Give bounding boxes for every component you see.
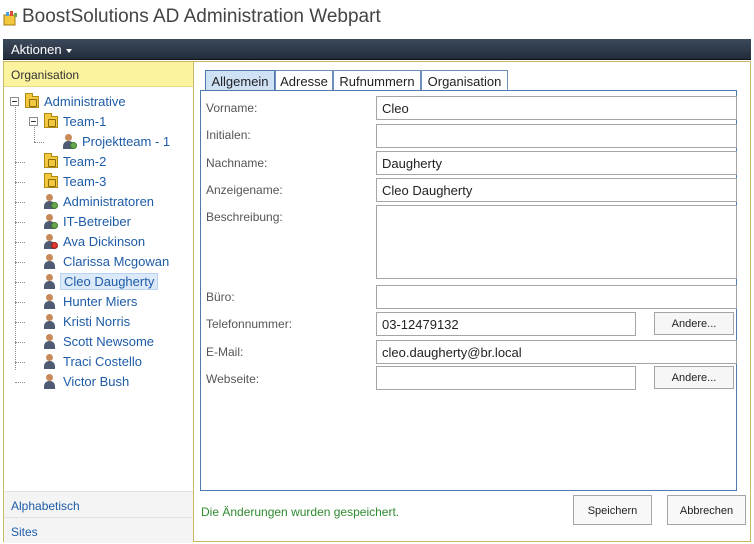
tree-item[interactable]: Clarissa Mcgowan bbox=[4, 253, 193, 271]
group-icon bbox=[42, 214, 58, 230]
folder-icon bbox=[25, 93, 39, 108]
tree-item[interactable]: Team-2 bbox=[4, 153, 193, 171]
collapse-toggle-icon[interactable] bbox=[29, 117, 38, 126]
phone-field[interactable]: 03-12479132 bbox=[376, 312, 636, 336]
tree-item-label[interactable]: Victor Bush bbox=[60, 374, 132, 389]
tab-organisation[interactable]: Organisation bbox=[421, 70, 508, 91]
office-field[interactable] bbox=[376, 285, 737, 309]
website-other-button[interactable]: Andere... bbox=[654, 366, 734, 389]
ribbon-bar: Aktionen bbox=[3, 39, 751, 60]
page-title: BoostSolutions AD Administration Webpart bbox=[22, 6, 381, 27]
app-logo-icon bbox=[3, 11, 17, 26]
tree-item-label[interactable]: Cleo Daugherty bbox=[60, 273, 159, 290]
tree-item[interactable]: Team-3 bbox=[4, 173, 193, 191]
organisation-tree: Administrative Team-1 Projektteam - 1 Te… bbox=[4, 88, 193, 488]
tree-item-label[interactable]: Projektteam - 1 bbox=[79, 134, 173, 149]
user-icon bbox=[42, 274, 58, 290]
chevron-down-icon bbox=[65, 48, 72, 53]
office-label: Büro: bbox=[206, 290, 235, 304]
folder-icon bbox=[44, 153, 58, 168]
tab-address[interactable]: Adresse bbox=[275, 70, 333, 91]
tab-general[interactable]: Allgemein bbox=[205, 70, 275, 91]
tree-item-selected[interactable]: Cleo Daugherty bbox=[4, 273, 193, 291]
tree-item-label[interactable]: Team-3 bbox=[60, 174, 109, 189]
user-icon bbox=[42, 254, 58, 270]
collapse-toggle-icon[interactable] bbox=[10, 97, 19, 106]
tree-item-label[interactable]: Ava Dickinson bbox=[60, 234, 148, 249]
tree-item-label[interactable]: Clarissa Mcgowan bbox=[60, 254, 172, 269]
cancel-button[interactable]: Abbrechen bbox=[667, 495, 746, 525]
actions-menu-label: Aktionen bbox=[11, 42, 62, 57]
tree-item[interactable]: Victor Bush bbox=[4, 373, 193, 391]
folder-icon bbox=[44, 113, 58, 128]
display-name-label: Anzeigename: bbox=[206, 183, 283, 197]
user-icon bbox=[42, 374, 58, 390]
tree-item[interactable]: IT-Betreiber bbox=[4, 213, 193, 231]
folder-icon bbox=[44, 173, 58, 188]
organisation-panel: Organisation Administrative Team-1 Proje… bbox=[3, 61, 194, 543]
tree-item-label[interactable]: Hunter Miers bbox=[60, 294, 140, 309]
tree-item-label[interactable]: IT-Betreiber bbox=[60, 214, 134, 229]
user-icon bbox=[42, 334, 58, 350]
tree-item-label[interactable]: Administrative bbox=[41, 94, 129, 109]
tree-item[interactable]: Administrative bbox=[4, 93, 193, 111]
tree-item[interactable]: Scott Newsome bbox=[4, 333, 193, 351]
tree-item-label[interactable]: Team-1 bbox=[60, 114, 109, 129]
tree-item[interactable]: Kristi Norris bbox=[4, 313, 193, 331]
actions-menu-button[interactable]: Aktionen bbox=[11, 42, 72, 57]
tree-item-label[interactable]: Administratoren bbox=[60, 194, 157, 209]
description-field[interactable] bbox=[376, 205, 737, 279]
email-field[interactable]: cleo.daugherty@br.local bbox=[376, 340, 737, 364]
first-name-field[interactable]: Cleo bbox=[376, 96, 737, 120]
group-icon bbox=[42, 194, 58, 210]
user-icon bbox=[42, 314, 58, 330]
description-label: Beschreibung: bbox=[206, 210, 283, 224]
tree-item[interactable]: Projektteam - 1 bbox=[4, 133, 193, 151]
last-name-field[interactable]: Daugherty bbox=[376, 151, 737, 175]
email-label: E-Mail: bbox=[206, 345, 244, 359]
tree-item[interactable]: Traci Costello bbox=[4, 353, 193, 371]
save-button[interactable]: Speichern bbox=[573, 495, 652, 525]
sites-link[interactable]: Sites bbox=[4, 517, 193, 543]
phone-other-button[interactable]: Andere... bbox=[654, 312, 734, 335]
website-field[interactable] bbox=[376, 366, 636, 390]
initials-field[interactable] bbox=[376, 124, 737, 148]
last-name-label: Nachname: bbox=[206, 156, 268, 170]
details-panel: Allgemein Adresse Rufnummern Organisatio… bbox=[194, 61, 751, 542]
user-icon bbox=[42, 354, 58, 370]
display-name-field[interactable]: Cleo Daugherty bbox=[376, 178, 737, 202]
tree-item[interactable]: Hunter Miers bbox=[4, 293, 193, 311]
tree-item-label[interactable]: Kristi Norris bbox=[60, 314, 133, 329]
tree-item[interactable]: Administratoren bbox=[4, 193, 193, 211]
tree-item-label[interactable]: Traci Costello bbox=[60, 354, 145, 369]
user-icon bbox=[42, 294, 58, 310]
website-label: Webseite: bbox=[206, 372, 260, 386]
tree-item[interactable]: Team-1 bbox=[4, 113, 193, 131]
group-icon bbox=[61, 134, 77, 150]
disabled-user-icon bbox=[42, 234, 58, 250]
tab-phone-numbers[interactable]: Rufnummern bbox=[333, 70, 421, 91]
title-bar: BoostSolutions AD Administration Webpart bbox=[0, 0, 754, 38]
tree-item[interactable]: Ava Dickinson bbox=[4, 233, 193, 251]
general-form: Vorname: Cleo Initialen: Nachname: Daugh… bbox=[200, 90, 737, 491]
tree-item-label[interactable]: Scott Newsome bbox=[60, 334, 157, 349]
tree-item-label[interactable]: Team-2 bbox=[60, 154, 109, 169]
phone-label: Telefonnummer: bbox=[206, 317, 293, 331]
status-message: Die Änderungen wurden gespeichert. bbox=[201, 505, 400, 519]
first-name-label: Vorname: bbox=[206, 101, 258, 115]
organisation-header[interactable]: Organisation bbox=[4, 62, 193, 87]
initials-label: Initialen: bbox=[206, 128, 251, 142]
alphabetical-link[interactable]: Alphabetisch bbox=[4, 491, 193, 517]
